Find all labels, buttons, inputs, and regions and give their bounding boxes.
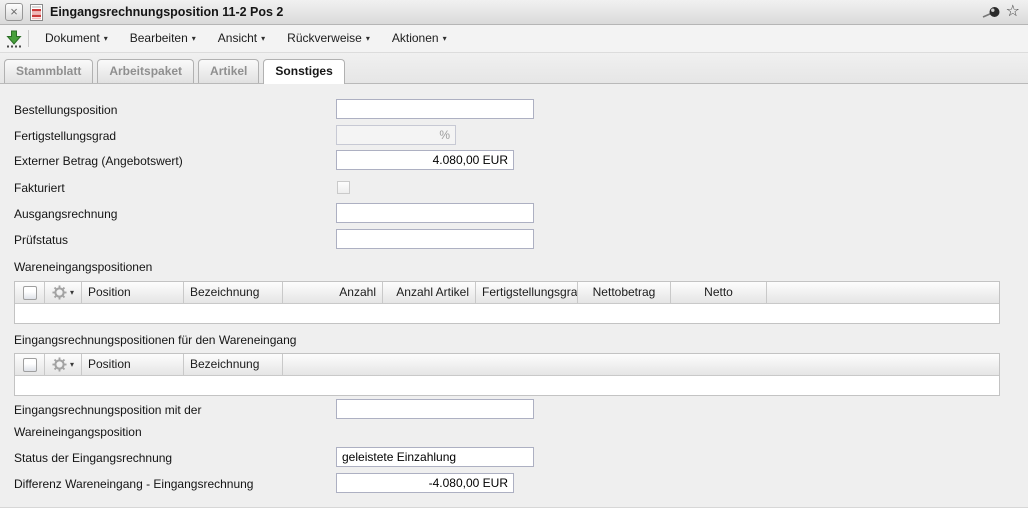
chevron-down-icon: ▾	[70, 354, 74, 375]
table-menu-cell[interactable]: ▾	[45, 354, 82, 375]
eingangsrechnungspositionen-table: ▾ Position Bezeichnung	[14, 353, 1000, 396]
column-header-nettobetrag[interactable]: Nettobetrag	[578, 282, 671, 303]
column-header-anzahl[interactable]: Anzahl	[283, 282, 383, 303]
fakturiert-checkbox[interactable]	[337, 181, 350, 194]
externer-betrag-input[interactable]	[336, 150, 514, 170]
table-header-row: ▾ Position Bezeichnung Anzahl Anzahl Art…	[15, 282, 999, 304]
close-button[interactable]: ×	[5, 3, 23, 21]
column-header-netto[interactable]: Netto	[671, 282, 767, 303]
column-header-anzahl-artikel[interactable]: Anzahl Artikel	[383, 282, 476, 303]
column-header-filler	[767, 282, 999, 303]
tab-stammblatt[interactable]: Stammblatt	[4, 59, 93, 83]
menu-bearbeiten-label: Bearbeiten	[130, 31, 188, 45]
tab-content-sonstiges: Bestellungsposition Fertigstellungsgrad …	[0, 84, 1028, 508]
ausgangsrechnung-input[interactable]	[336, 203, 534, 223]
title-bar: × Eingangsrechnungsposition 11-2 Pos 2 ☆	[0, 0, 1028, 25]
select-all-checkbox[interactable]	[23, 358, 37, 372]
tab-arbeitspaket[interactable]: Arbeitspaket	[97, 59, 194, 83]
column-header-bezeichnung[interactable]: Bezeichnung	[184, 282, 283, 303]
column-header-position[interactable]: Position	[82, 282, 184, 303]
eingangsrechnungsposition-mit-input[interactable]	[336, 399, 534, 419]
chevron-down-icon: ▾	[261, 34, 265, 43]
menu-aktionen-label: Aktionen	[392, 31, 439, 45]
externer-betrag-label: Externer Betrag (Angebotswert)	[14, 154, 183, 169]
tab-sonstiges[interactable]: Sonstiges	[263, 59, 344, 84]
tab-strip: Stammblatt Arbeitspaket Artikel Sonstige…	[0, 53, 1028, 84]
column-header-fertigstellungsgrad[interactable]: Fertigstellungsgrad	[476, 282, 578, 303]
bestellungsposition-label: Bestellungsposition	[14, 103, 117, 118]
eingangsrechnungsposition-mit-label-line2: Wareineingangsposition	[14, 425, 142, 440]
menu-ansicht[interactable]: Ansicht ▾	[207, 25, 276, 52]
status-eingangsrechnung-label: Status der Eingangsrechnung	[14, 451, 172, 466]
chevron-down-icon: ▾	[192, 34, 196, 43]
table-menu-cell[interactable]: ▾	[45, 282, 82, 303]
document-icon	[30, 4, 43, 21]
menu-dokument[interactable]: Dokument ▾	[34, 25, 119, 52]
select-all-checkbox[interactable]	[23, 286, 37, 300]
tab-artikel[interactable]: Artikel	[198, 59, 259, 83]
gear-icon	[52, 357, 67, 372]
empty-table-body	[15, 304, 999, 323]
menu-separator	[28, 30, 29, 47]
star-icon[interactable]: ☆	[1006, 1, 1020, 23]
import-icon[interactable]	[5, 30, 23, 48]
differenz-input[interactable]	[336, 473, 514, 493]
table-header-row: ▾ Position Bezeichnung	[15, 354, 999, 376]
menu-bearbeiten[interactable]: Bearbeiten ▾	[119, 25, 207, 52]
chevron-down-icon: ▾	[366, 34, 370, 43]
fertigstellungsgrad-label: Fertigstellungsgrad	[14, 129, 116, 144]
wareneingangspositionen-table: ▾ Position Bezeichnung Anzahl Anzahl Art…	[14, 281, 1000, 324]
pin-icon[interactable]	[982, 6, 1001, 20]
eingangsrechnungspositionen-section-title: Eingangsrechnungspositionen für den Ware…	[14, 333, 296, 348]
chevron-down-icon: ▾	[443, 34, 447, 43]
column-header-position[interactable]: Position	[82, 354, 184, 375]
menu-list: Dokument ▾ Bearbeiten ▾ Ansicht ▾ Rückverwe…	[34, 25, 458, 52]
fertigstellungsgrad-input	[336, 125, 456, 145]
eingangsrechnungsposition-mit-label-line1: Eingangsrechnungsposition mit der	[14, 403, 201, 418]
select-all-cell	[15, 282, 45, 303]
chevron-down-icon: ▾	[70, 282, 74, 303]
menu-dokument-label: Dokument	[45, 31, 100, 45]
invoice-position-window: × Eingangsrechnungsposition 11-2 Pos 2 ☆	[0, 0, 1028, 508]
menu-aktionen[interactable]: Aktionen ▾	[381, 25, 458, 52]
bestellungsposition-input[interactable]	[336, 99, 534, 119]
tab-list: Stammblatt Arbeitspaket Artikel Sonstige…	[4, 59, 345, 83]
pruefstatus-input[interactable]	[336, 229, 534, 249]
menu-rueckverweise[interactable]: Rückverweise ▾	[276, 25, 381, 52]
pruefstatus-label: Prüfstatus	[14, 233, 68, 248]
menu-ansicht-label: Ansicht	[218, 31, 257, 45]
window-title: Eingangsrechnungsposition 11-2 Pos 2	[50, 0, 283, 24]
menu-bar: Dokument ▾ Bearbeiten ▾ Ansicht ▾ Rückverwe…	[0, 25, 1028, 53]
chevron-down-icon: ▾	[104, 34, 108, 43]
differenz-label: Differenz Wareneingang - Eingangsrechnun…	[14, 477, 253, 492]
column-header-bezeichnung[interactable]: Bezeichnung	[184, 354, 283, 375]
column-header-filler	[283, 354, 999, 375]
ausgangsrechnung-label: Ausgangsrechnung	[14, 207, 117, 222]
wareneingangspositionen-section-title: Wareneingangspositionen	[14, 260, 152, 275]
gear-icon	[52, 285, 67, 300]
status-eingangsrechnung-input[interactable]	[336, 447, 534, 467]
select-all-cell	[15, 354, 45, 375]
fakturiert-label: Fakturiert	[14, 181, 65, 196]
empty-table-body	[15, 376, 999, 395]
menu-rueckverweise-label: Rückverweise	[287, 31, 362, 45]
